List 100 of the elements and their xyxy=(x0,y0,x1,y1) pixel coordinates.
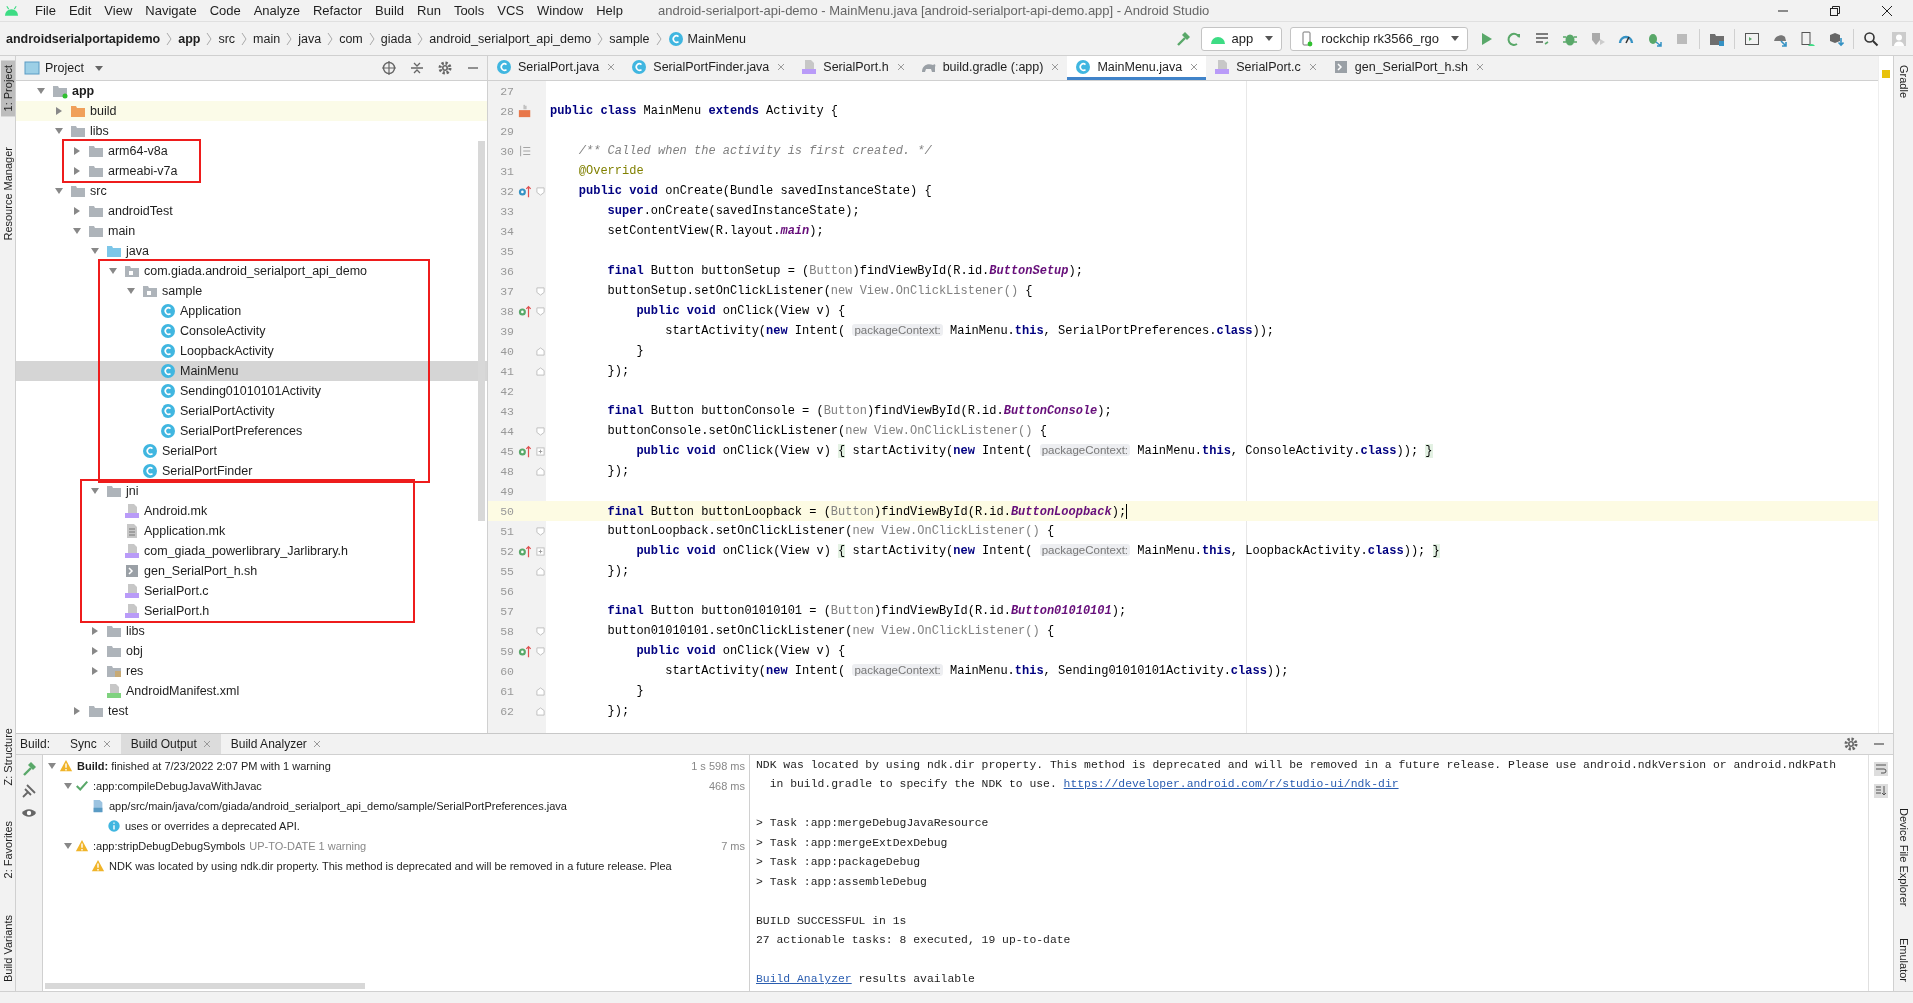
close-icon[interactable] xyxy=(1881,4,1893,17)
console-link[interactable]: https://developer.android.com/r/studio-ui/ndk-dir xyxy=(1063,778,1399,791)
fold-icon[interactable] xyxy=(535,706,545,716)
build-tree-item[interactable]: Build: finished at 7/23/2022 2:07 PM with 1 warning xyxy=(77,760,331,772)
settings-icon[interactable] xyxy=(437,60,453,76)
tree-item[interactable]: libs xyxy=(16,621,487,641)
tool-window-tab[interactable]: Resource Manager xyxy=(0,142,15,247)
build-tree-item[interactable]: NDK was located by using ndk.dir property. This method is deprecated and will be removed in a future release. Plea xyxy=(109,860,672,872)
tree-item[interactable]: SerialPortPreferences xyxy=(16,421,487,441)
build-tree-item[interactable]: :app:compileDebugJavaWithJavac xyxy=(93,780,262,792)
tree-item[interactable]: gen_SerialPort_h.sh xyxy=(16,561,487,581)
fold-icon[interactable] xyxy=(535,626,545,636)
run-config-dropdown[interactable]: app xyxy=(1200,26,1283,51)
override-gutter-icon[interactable] xyxy=(518,184,532,198)
terminal-icon[interactable] xyxy=(1744,30,1760,47)
breadcrumb-item[interactable]: android_serialport_api_demo xyxy=(429,31,592,46)
tree-item[interactable]: app xyxy=(16,81,487,101)
expand-arrow-icon[interactable] xyxy=(72,706,82,716)
tree-item[interactable]: LoopbackActivity xyxy=(16,341,487,361)
doc-gutter-icon[interactable] xyxy=(518,144,532,158)
fold-icon[interactable] xyxy=(535,346,545,356)
collapse-icon[interactable] xyxy=(409,60,425,76)
breadcrumb-item[interactable]: main xyxy=(253,31,281,46)
fold-icon[interactable] xyxy=(535,426,545,436)
tool-window-tab[interactable]: 1: Project xyxy=(0,60,15,117)
shield-icon[interactable] xyxy=(1590,30,1606,47)
build-tree-item[interactable]: :app:stripDebugDebugSymbols xyxy=(93,840,246,852)
menu-item[interactable]: Build xyxy=(369,3,411,18)
editor-tab[interactable]: SerialPort.c xyxy=(1206,56,1325,80)
breadcrumb-item[interactable]: androidserialportapidemo xyxy=(6,31,161,46)
fold-icon[interactable] xyxy=(535,446,545,456)
tree-item[interactable]: test xyxy=(16,701,487,721)
breadcrumb-item[interactable]: java xyxy=(298,31,322,46)
breadcrumb-item[interactable]: sample xyxy=(609,31,650,46)
breadcrumb-item[interactable]: giada xyxy=(380,31,412,46)
tree-item[interactable]: ConsoleActivity xyxy=(16,321,487,341)
tree-item[interactable]: Application xyxy=(16,301,487,321)
tree-item[interactable]: java xyxy=(16,241,487,261)
pin-icon[interactable] xyxy=(21,783,37,799)
breadcrumb-item[interactable]: MainMenu xyxy=(667,30,746,47)
tree-item[interactable]: androidTest xyxy=(16,201,487,221)
editor-tab[interactable]: SerialPortFinder.java xyxy=(623,56,794,80)
tree-item[interactable]: arm64-v8a xyxy=(16,141,487,161)
warning-marker[interactable] xyxy=(1882,70,1890,78)
tree-item[interactable]: Sending01010101Activity xyxy=(16,381,487,401)
menu-item[interactable]: Refactor xyxy=(306,3,370,18)
settings-icon[interactable] xyxy=(1843,736,1859,752)
fold-icon[interactable] xyxy=(535,186,545,196)
tree-item[interactable]: AndroidManifest.xml xyxy=(16,681,487,701)
menu-item[interactable]: Window xyxy=(530,3,591,18)
tree-item[interactable]: SerialPortActivity xyxy=(16,401,487,421)
tree-item[interactable]: SerialPort xyxy=(16,441,487,461)
menu-item[interactable]: VCS xyxy=(491,3,531,18)
implement-gutter-icon[interactable] xyxy=(518,644,532,658)
fold-icon[interactable] xyxy=(535,306,545,316)
menu-item[interactable]: Tools xyxy=(447,3,492,18)
implement-gutter-icon[interactable] xyxy=(518,304,532,318)
expand-arrow-icon[interactable] xyxy=(63,781,73,791)
editor-tab[interactable]: gen_SerialPort_h.sh xyxy=(1324,56,1493,80)
fold-icon[interactable] xyxy=(535,466,545,476)
device-dropdown[interactable]: rockchip rk3566_rgo xyxy=(1290,26,1468,51)
tree-item[interactable]: MainMenu xyxy=(16,361,487,381)
project-view-dropdown[interactable]: Project xyxy=(24,60,103,76)
menu-item[interactable]: File xyxy=(29,3,63,18)
tool-window-tab[interactable]: Emulator xyxy=(1896,932,1911,987)
fold-icon[interactable] xyxy=(535,686,545,696)
tool-window-tab[interactable]: Gradle xyxy=(1896,60,1911,104)
build-tab[interactable]: Build Analyzer xyxy=(220,734,331,754)
fold-icon[interactable] xyxy=(535,646,545,656)
breadcrumb-item[interactable]: app xyxy=(178,31,201,46)
breadcrumb-item[interactable]: src xyxy=(218,31,236,46)
fold-icon[interactable] xyxy=(535,286,545,296)
menu-item[interactable]: View xyxy=(98,3,140,18)
locate-icon[interactable] xyxy=(381,60,397,76)
editor-tab[interactable]: build.gradle (:app) xyxy=(912,56,1068,80)
restore-icon[interactable] xyxy=(1829,4,1841,17)
build-tab[interactable]: Sync xyxy=(60,734,121,754)
tool-window-tab[interactable]: Device File Explorer xyxy=(1896,802,1911,911)
editor-tab[interactable]: MainMenu.java xyxy=(1067,56,1207,80)
tree-item[interactable]: res xyxy=(16,661,487,681)
menu-item[interactable]: Run xyxy=(411,3,448,18)
class-gutter-icon[interactable] xyxy=(518,104,532,118)
rerun-icon[interactable] xyxy=(1506,30,1522,47)
scroll-end-icon[interactable] xyxy=(1873,783,1889,799)
menu-item[interactable]: Code xyxy=(203,3,248,18)
soft-wrap-icon[interactable] xyxy=(1873,761,1889,777)
search-icon[interactable] xyxy=(1863,30,1879,47)
menu-item[interactable]: Edit xyxy=(62,3,99,18)
list-icon[interactable] xyxy=(1534,30,1550,47)
tool-window-tab[interactable]: 2: Favorites xyxy=(0,816,15,884)
fold-icon[interactable] xyxy=(535,526,545,536)
tree-item[interactable]: Android.mk xyxy=(16,501,487,521)
tree-item[interactable]: libs xyxy=(16,121,487,141)
expand-arrow-icon[interactable] xyxy=(63,841,73,851)
expand-arrow-icon[interactable] xyxy=(47,761,57,771)
fold-icon[interactable] xyxy=(535,546,545,556)
tree-item[interactable]: SerialPort.c xyxy=(16,581,487,601)
tree-item[interactable]: obj xyxy=(16,641,487,661)
tree-item[interactable]: src xyxy=(16,181,487,201)
build-tab[interactable]: Build Output xyxy=(120,734,221,754)
